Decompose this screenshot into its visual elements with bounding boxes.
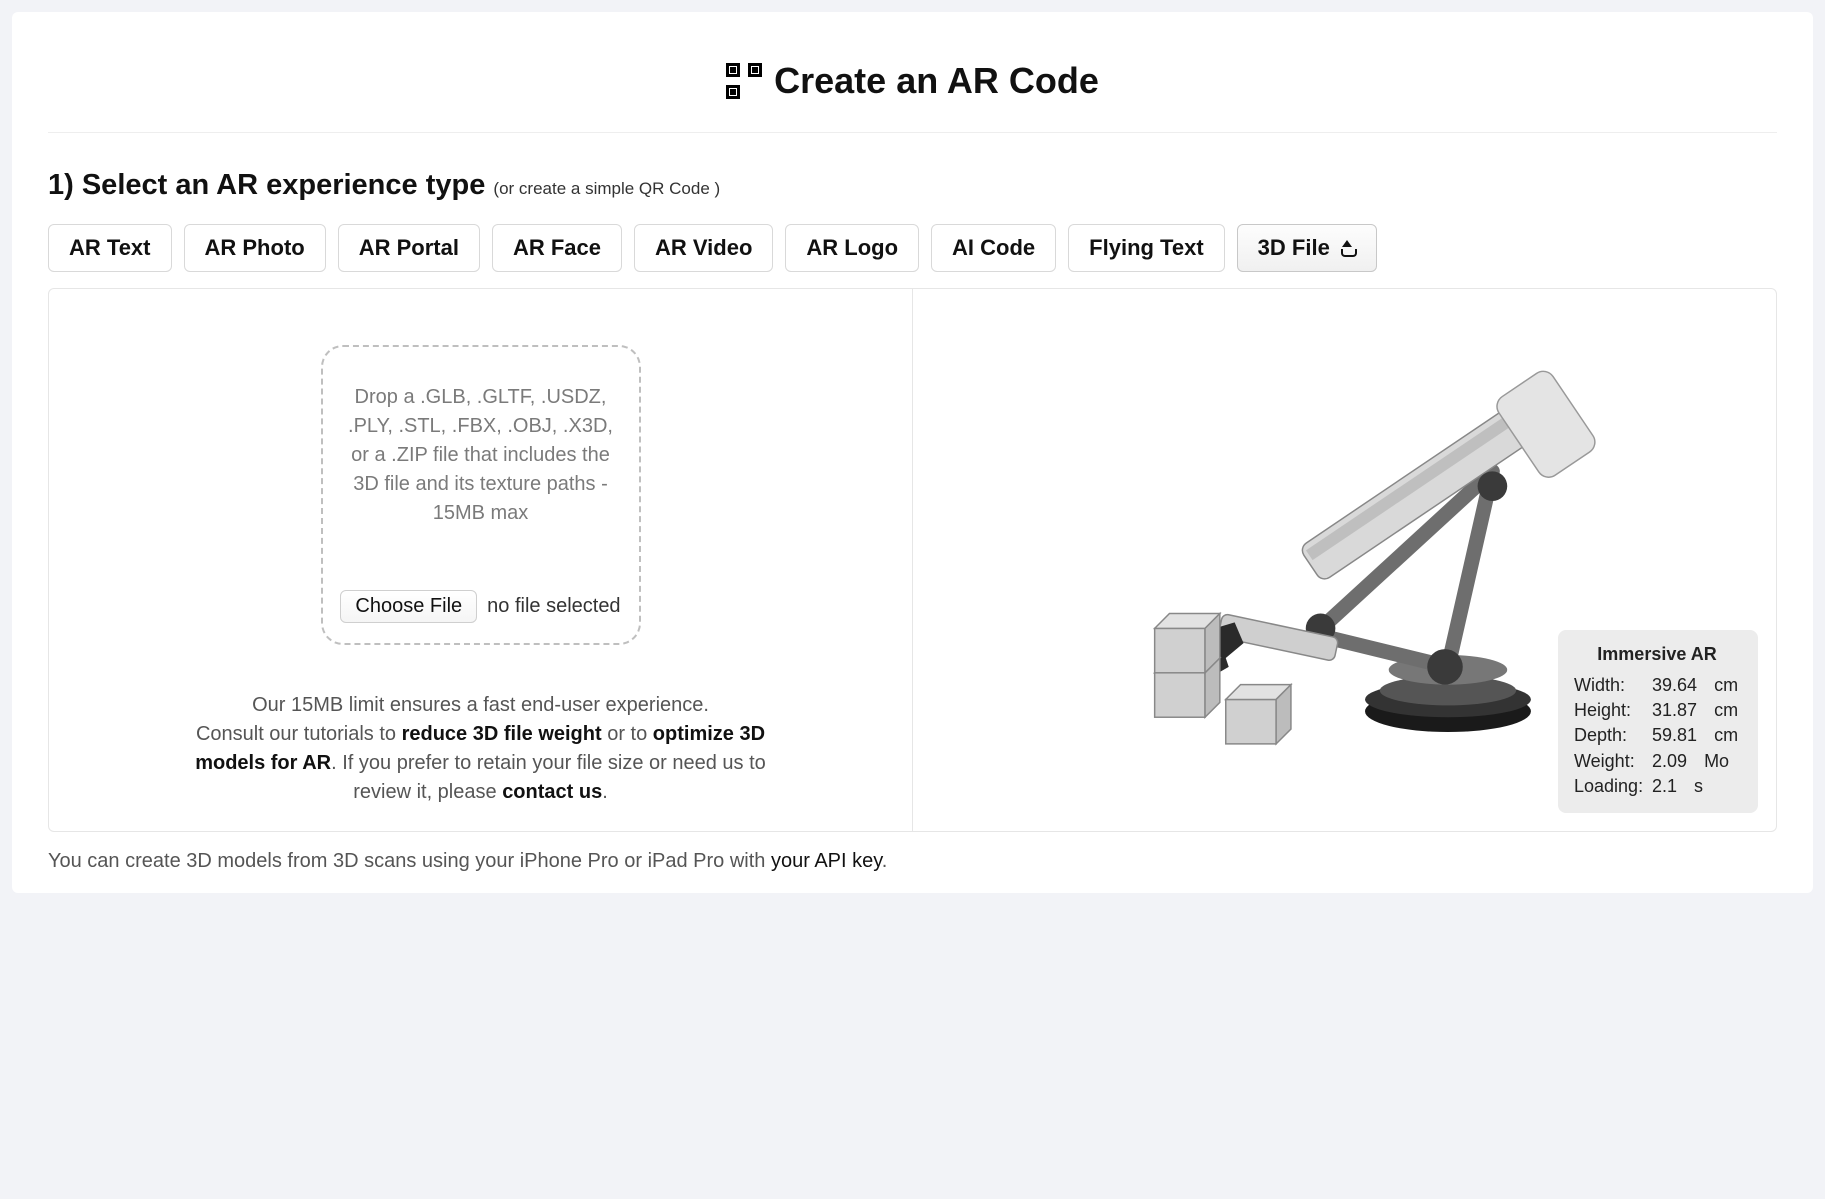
info-depth: Depth: 59.81 cm xyxy=(1574,723,1740,748)
tab-label: 3D File xyxy=(1258,235,1330,261)
model-preview[interactable] xyxy=(1048,338,1641,782)
tab-label: AR Portal xyxy=(359,235,459,261)
tab-ar-logo[interactable]: AR Logo xyxy=(785,224,919,272)
api-key-link[interactable]: your API key xyxy=(771,850,882,872)
tab-label: AI Code xyxy=(952,235,1035,261)
tab-label: AR Logo xyxy=(806,235,898,261)
tab-label: AR Face xyxy=(513,235,601,261)
page-title: Create an AR Code xyxy=(48,42,1777,133)
upload-panel: Drop a .GLB, .GLTF, .USDZ, .PLY, .STL, .… xyxy=(49,289,913,831)
tab-ar-text[interactable]: AR Text xyxy=(48,224,172,272)
experience-type-tabs: AR Text AR Photo AR Portal AR Face AR Video A… xyxy=(48,224,1777,272)
tab-flying-text[interactable]: Flying Text xyxy=(1068,224,1225,272)
info-height: Height: 31.87 cm xyxy=(1574,698,1740,723)
tab-label: AR Text xyxy=(69,235,151,261)
tab-3d-file[interactable]: 3D File xyxy=(1237,224,1377,272)
tab-label: Flying Text xyxy=(1089,235,1204,261)
simple-qr-link[interactable]: simple QR Code xyxy=(585,179,710,198)
no-file-label: no file selected xyxy=(487,592,620,621)
info-title: Immersive AR xyxy=(1574,644,1740,665)
tab-label: AR Video xyxy=(655,235,752,261)
qr-icon xyxy=(726,63,762,99)
page-title-text: Create an AR Code xyxy=(774,60,1099,102)
model-info-box: Immersive AR Width: 39.64 cm Height: 31.… xyxy=(1558,630,1758,813)
reduce-weight-link[interactable]: reduce 3D file weight xyxy=(402,723,602,745)
content-card: Create an AR Code 1) Select an AR experi… xyxy=(12,12,1813,893)
file-input-row: Choose File no file selected xyxy=(337,590,625,623)
editor-panel: Drop a .GLB, .GLTF, .USDZ, .PLY, .STL, .… xyxy=(48,288,1777,832)
contact-us-link[interactable]: contact us xyxy=(502,781,602,803)
tab-label: AR Photo xyxy=(205,235,305,261)
choose-file-button[interactable]: Choose File xyxy=(340,590,477,623)
dropzone[interactable]: Drop a .GLB, .GLTF, .USDZ, .PLY, .STL, .… xyxy=(321,345,641,645)
preview-panel[interactable]: Immersive AR Width: 39.64 cm Height: 31.… xyxy=(913,289,1776,831)
tab-ar-portal[interactable]: AR Portal xyxy=(338,224,480,272)
tab-ar-photo[interactable]: AR Photo xyxy=(184,224,326,272)
dropzone-text: Drop a .GLB, .GLTF, .USDZ, .PLY, .STL, .… xyxy=(337,383,625,528)
info-weight: Weight: 2.09 Mo xyxy=(1574,749,1740,774)
tab-ar-video[interactable]: AR Video xyxy=(634,224,773,272)
footer-note: You can create 3D models from 3D scans u… xyxy=(48,850,1777,873)
tab-ar-face[interactable]: AR Face xyxy=(492,224,622,272)
upload-icon xyxy=(1338,239,1356,257)
step-heading-text: 1) Select an AR experience type xyxy=(48,169,485,201)
step-heading-paren: (or create a simple QR Code ) xyxy=(493,179,720,198)
size-note: Our 15MB limit ensures a fast end-user e… xyxy=(171,691,791,807)
tab-ai-code[interactable]: AI Code xyxy=(931,224,1056,272)
info-width: Width: 39.64 cm xyxy=(1574,673,1740,698)
info-loading: Loading: 2.1 s xyxy=(1574,774,1740,799)
step-heading: 1) Select an AR experience type (or crea… xyxy=(48,169,1777,202)
